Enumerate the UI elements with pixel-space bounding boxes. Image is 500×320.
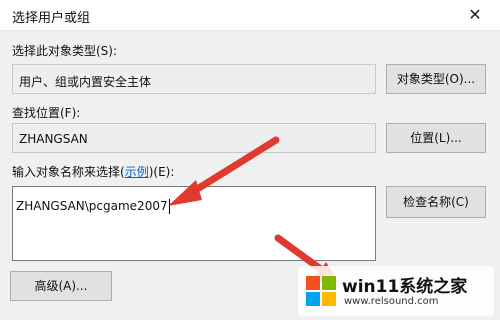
watermark-name: win11系统之家 (342, 277, 468, 297)
watermark: win11系统之家 www.relsound.com (298, 266, 494, 316)
windows-logo-icon (306, 276, 336, 306)
arrow-to-input-icon (168, 136, 280, 206)
watermark-url: www.relsound.com (344, 296, 439, 307)
